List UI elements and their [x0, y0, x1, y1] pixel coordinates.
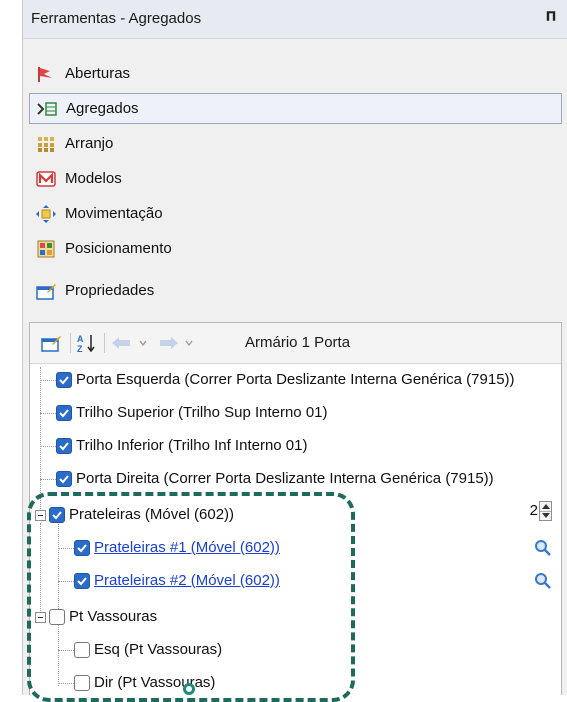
models-icon — [35, 169, 57, 189]
tree-node-label: Porta Esquerda (Correr Porta Deslizante … — [76, 371, 515, 388]
annotation-dot — [183, 683, 195, 695]
sort-az-icon[interactable]: AZ — [76, 332, 98, 354]
aggregates-icon — [36, 99, 58, 119]
menu-item-label: Arranjo — [65, 135, 114, 152]
checkbox[interactable] — [74, 573, 90, 589]
property-toolbar: AZ Armário 1 Porta — [30, 323, 561, 364]
move-icon — [35, 204, 57, 224]
menu-item-label: Aberturas — [65, 65, 131, 82]
search-icon[interactable] — [534, 539, 552, 557]
pin-icon[interactable]: 𝚷 — [546, 9, 556, 25]
menu-item-movimentacao[interactable]: Movimentação — [29, 198, 562, 229]
checkbox[interactable] — [49, 507, 65, 523]
menu-item-posicionamento[interactable]: Posicionamento — [29, 233, 562, 264]
flag-icon — [35, 64, 57, 84]
position-icon — [35, 239, 57, 259]
tree-node-label: Esq (Pt Vassouras) — [94, 641, 223, 658]
tool-panel: Ferramentas - Agregados 𝚷 Aberturas Agre… — [22, 0, 567, 695]
menu-item-label: Modelos — [65, 170, 122, 187]
back-arrow-icon[interactable] — [110, 334, 154, 352]
quantity-stepper[interactable]: 2 — [508, 500, 554, 522]
stepper-buttons — [539, 501, 552, 521]
svg-text:Z: Z — [77, 344, 83, 354]
checkbox[interactable] — [56, 438, 72, 454]
menu-item-aberturas[interactable]: Aberturas — [29, 58, 562, 89]
forward-arrow-icon[interactable] — [156, 334, 200, 352]
tree-node-link[interactable]: Prateleiras #2 (Móvel (602)) — [94, 572, 280, 589]
menu-item-label: Propriedades — [65, 282, 155, 299]
checkbox[interactable] — [56, 405, 72, 421]
panel-title: Ferramentas - Agregados — [31, 10, 202, 27]
menu-item-label: Agregados — [66, 100, 139, 117]
breadcrumb[interactable]: Armário 1 Porta — [245, 334, 350, 351]
collapse-icon[interactable] — [35, 510, 46, 521]
collapse-icon[interactable] — [35, 612, 46, 623]
menu-item-label: Posicionamento — [65, 240, 172, 257]
checkbox[interactable] — [49, 609, 65, 625]
tree-node-label: Trilho Inferior (Trilho Inf Interno 01) — [76, 437, 308, 454]
tree-node-link[interactable]: Prateleiras #1 (Móvel (602)) — [94, 539, 280, 556]
checkbox[interactable] — [56, 471, 72, 487]
grid-icon — [35, 134, 57, 154]
menu-item-agregados[interactable]: Agregados — [29, 93, 562, 124]
stepper-down-icon[interactable] — [540, 511, 551, 520]
menu-item-arranjo[interactable]: Arranjo — [29, 128, 562, 159]
properties-icon — [35, 281, 57, 301]
property-tree-panel: AZ Armário 1 Porta Porta Esquerda (Corre… — [29, 322, 562, 695]
panel-titlebar: Ferramentas - Agregados 𝚷 — [23, 0, 567, 39]
menu-item-modelos[interactable]: Modelos — [29, 163, 562, 194]
checkbox[interactable] — [74, 642, 90, 658]
tree-node-label: Dir (Pt Vassouras) — [94, 674, 216, 691]
svg-text:A: A — [77, 334, 84, 344]
checkbox[interactable] — [56, 372, 72, 388]
search-icon[interactable] — [534, 572, 552, 590]
menu-item-label: Movimentação — [65, 205, 163, 222]
checkbox[interactable] — [74, 675, 90, 691]
tree-node-label: Pt Vassouras — [69, 608, 158, 625]
properties-icon[interactable] — [40, 332, 62, 354]
menu-item-propriedades[interactable]: Propriedades — [29, 275, 562, 306]
tree-node-label: Prateleiras (Móvel (602)) — [69, 506, 235, 523]
tree-node-label: Porta Direita (Correr Porta Deslizante I… — [76, 470, 494, 487]
stepper-value[interactable]: 2 — [508, 500, 538, 522]
tree-node-label: Trilho Superior (Trilho Sup Interno 01) — [76, 404, 328, 421]
checkbox[interactable] — [74, 540, 90, 556]
